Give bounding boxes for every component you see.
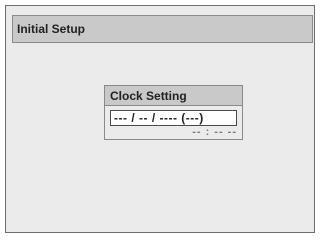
screen-title: Initial Setup bbox=[17, 22, 86, 36]
time-value: -- : -- -- bbox=[192, 126, 237, 138]
dialog-title-bar: Clock Setting bbox=[105, 86, 242, 106]
date-field[interactable]: --- / -- / ---- (---) bbox=[110, 110, 237, 126]
setup-screen: Initial Setup Clock Setting --- / -- / -… bbox=[5, 5, 315, 233]
date-value: --- / -- / ---- (---) bbox=[114, 111, 204, 125]
title-bar: Initial Setup bbox=[12, 15, 313, 43]
clock-setting-dialog: Clock Setting --- / -- / ---- (---) -- :… bbox=[104, 85, 243, 140]
dialog-title: Clock Setting bbox=[110, 89, 187, 103]
